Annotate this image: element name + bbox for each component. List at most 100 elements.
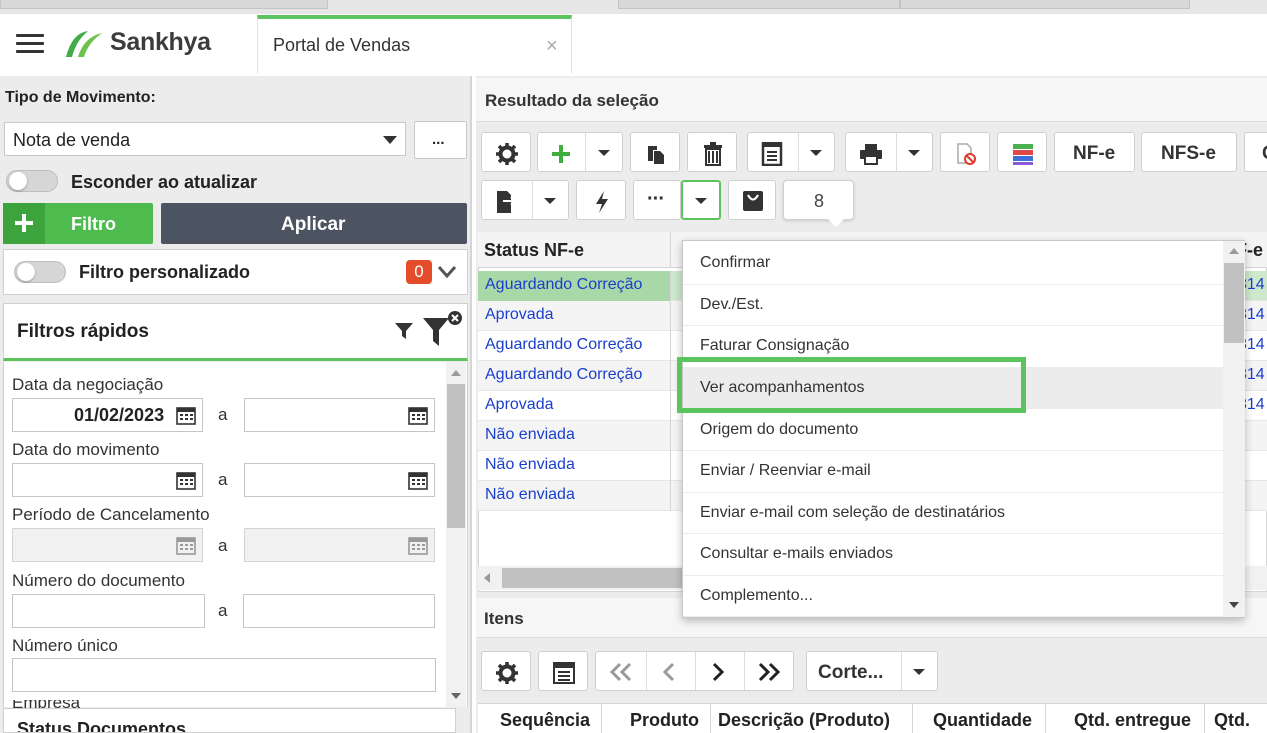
filter-icon[interactable]: [394, 321, 414, 341]
browser-tab[interactable]: [0, 0, 328, 9]
filtros-scrollbar[interactable]: [446, 362, 466, 707]
nfe-button[interactable]: NF-e: [1054, 132, 1135, 172]
export-button[interactable]: [481, 180, 569, 220]
add-button[interactable]: [537, 132, 623, 172]
copy-button[interactable]: [630, 132, 680, 172]
filtro-button[interactable]: Filtro: [3, 203, 153, 244]
status-cell: Não enviada: [485, 426, 575, 443]
scroll-up-arrow-icon[interactable]: [1229, 248, 1239, 254]
bubble-tail: [828, 219, 844, 227]
menu-item-label: Dev./Est.: [700, 295, 764, 313]
scroll-up-arrow-icon[interactable]: [451, 370, 461, 376]
first-page-icon[interactable]: [608, 662, 634, 682]
browser-tab[interactable]: [900, 0, 1190, 9]
scrollbar-thumb[interactable]: [1224, 263, 1244, 343]
tipo-movimento-more-button[interactable]: ...: [414, 121, 467, 159]
scroll-down-arrow-icon[interactable]: [451, 693, 461, 699]
menu-item[interactable]: Confirmar: [683, 243, 1223, 285]
column-header-sequencia[interactable]: Sequência: [500, 710, 590, 731]
filtro-button-label: Filtro: [71, 214, 116, 234]
data-movimento-label: Data do movimento: [12, 440, 160, 459]
app-logo-text: Sankhya: [110, 28, 211, 56]
previous-page-icon[interactable]: [661, 662, 677, 682]
chevron-down-icon[interactable]: [908, 150, 920, 156]
column-header-qtd[interactable]: Qtd.: [1214, 710, 1250, 731]
status-documentos-header[interactable]: Status Documentos: [3, 708, 456, 733]
results-title: Resultado da seleção: [485, 91, 659, 110]
layers-button[interactable]: [997, 132, 1047, 172]
list-button[interactable]: [747, 132, 835, 172]
itens-grid-header: Sequência Produto Descrição (Produto) Qu…: [478, 703, 1267, 733]
chevron-down-icon[interactable]: [436, 263, 458, 281]
filtro-personalizado-toggle[interactable]: [14, 261, 66, 283]
column-header-descricao[interactable]: Descrição (Produto): [718, 710, 890, 731]
menu-item[interactable]: Enviar e-mail com seleção de destinatári…: [683, 493, 1223, 535]
periodo-cancelamento-from-input[interactable]: [12, 528, 203, 562]
calendar-icon[interactable]: [176, 406, 196, 425]
menu-item[interactable]: Dev./Est.: [683, 285, 1223, 327]
itens-settings-button[interactable]: [481, 651, 531, 691]
delete-button[interactable]: [687, 132, 737, 172]
scroll-down-arrow-icon[interactable]: [1229, 602, 1239, 608]
periodo-cancelamento-label: Período de Cancelamento: [12, 505, 210, 524]
more-toolbar-label: C: [1262, 143, 1267, 165]
bag-button[interactable]: [728, 180, 776, 220]
column-header-status-nfe[interactable]: Status NF-e: [484, 240, 584, 261]
calendar-icon[interactable]: [176, 471, 196, 490]
menu-item-label: Enviar / Reenviar e-mail: [700, 462, 871, 480]
menu-item[interactable]: Consultar e-mails enviados: [683, 534, 1223, 576]
column-divider: [670, 481, 671, 511]
menu-item[interactable]: Enviar / Reenviar e-mail: [683, 451, 1223, 493]
periodo-cancelamento-to-input[interactable]: [244, 528, 435, 562]
data-negociacao-to-input[interactable]: [244, 398, 435, 432]
menu-scrollbar[interactable]: [1223, 241, 1245, 617]
more-actions-button[interactable]: ···: [633, 180, 681, 220]
hamburger-menu-icon[interactable]: [16, 34, 44, 54]
chevron-down-icon[interactable]: [913, 669, 925, 675]
menu-item-label: Consultar e-mails enviados: [700, 545, 893, 563]
nfse-button[interactable]: NFS-e: [1141, 132, 1237, 172]
column-divider: [670, 391, 671, 421]
numero-documento-to-input[interactable]: [243, 594, 435, 628]
scrollbar-thumb[interactable]: [502, 568, 692, 588]
clear-filter-icon[interactable]: [422, 310, 464, 350]
next-page-icon[interactable]: [710, 662, 726, 682]
last-page-icon[interactable]: [756, 662, 782, 682]
tab-portal-de-vendas[interactable]: Portal de Vendas ×: [257, 15, 572, 73]
itens-grid-button[interactable]: [538, 651, 588, 691]
column-header-qtd-entregue[interactable]: Qtd. entregue: [1074, 710, 1191, 731]
count-value: 8: [814, 191, 825, 211]
menu-item[interactable]: Origem do documento: [683, 409, 1223, 451]
calendar-icon[interactable]: [408, 406, 428, 425]
divider: [585, 133, 586, 171]
chevron-down-icon[interactable]: [598, 150, 610, 156]
column-header-quantidade[interactable]: Quantidade: [933, 710, 1032, 731]
more-toolbar-button[interactable]: C: [1244, 132, 1267, 172]
numero-documento-from-input[interactable]: [12, 594, 205, 628]
calendar-icon[interactable]: [408, 471, 428, 490]
scrollbar-thumb[interactable]: [447, 384, 465, 528]
actions-button[interactable]: [576, 180, 626, 220]
esconder-toggle[interactable]: [6, 170, 58, 192]
actions-dropdown-toggle[interactable]: [681, 180, 721, 220]
numero-unico-input[interactable]: [12, 658, 436, 692]
chevron-down-icon: [383, 136, 397, 144]
scroll-left-arrow-icon[interactable]: [484, 573, 490, 583]
divider: [744, 652, 745, 690]
close-icon[interactable]: ×: [546, 35, 558, 58]
data-movimento-to-input[interactable]: [244, 463, 435, 497]
column-header-produto[interactable]: Produto: [630, 710, 699, 731]
corte-button[interactable]: Corte...: [806, 651, 938, 691]
chevron-down-icon[interactable]: [810, 150, 822, 156]
data-negociacao-from-input[interactable]: 01/02/2023: [12, 398, 203, 432]
browser-tab[interactable]: [618, 0, 900, 9]
aplicar-button[interactable]: Aplicar: [161, 203, 467, 244]
cancel-document-button[interactable]: [940, 132, 990, 172]
lightning-icon: [596, 191, 608, 213]
settings-button[interactable]: [481, 132, 531, 172]
tipo-movimento-select[interactable]: Nota de venda: [4, 122, 406, 156]
print-button[interactable]: [845, 132, 933, 172]
data-movimento-from-input[interactable]: [12, 463, 203, 497]
chevron-down-icon[interactable]: [544, 198, 556, 204]
menu-item[interactable]: Complemento...: [683, 576, 1223, 618]
